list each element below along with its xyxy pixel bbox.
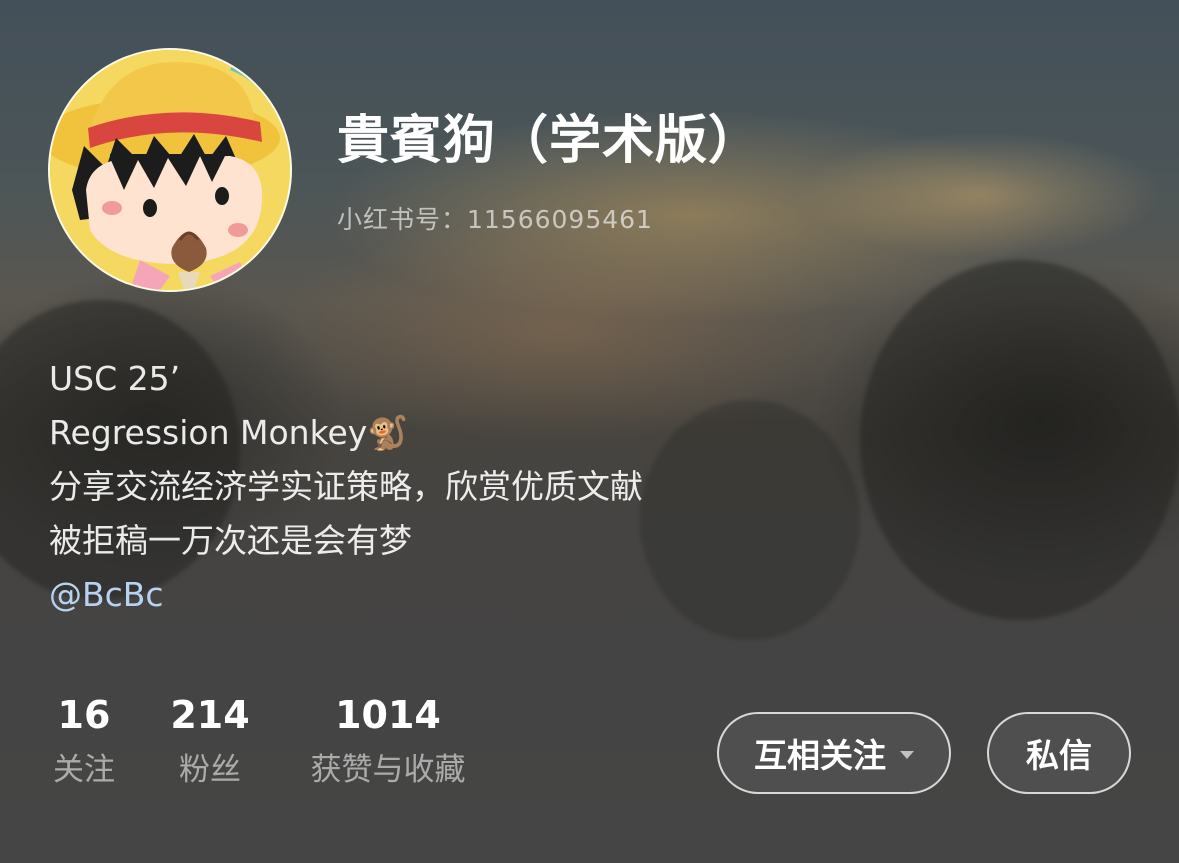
background-tree: [860, 260, 1179, 620]
stat-likes-value: 1014: [335, 693, 441, 737]
bio-line: 分享交流经济学实证策略，欣赏优质文献: [49, 467, 643, 506]
message-label: 私信: [1026, 736, 1092, 775]
mention-link[interactable]: @BcBc: [49, 568, 643, 622]
stat-followers-label: 粉丝: [179, 752, 241, 788]
bio: USC 25’ Regression Monkey🐒 分享交流经济学实证策略，欣…: [49, 352, 643, 622]
message-button[interactable]: 私信: [987, 712, 1131, 794]
stat-followers-value: 214: [170, 693, 250, 737]
background-tree: [640, 400, 860, 640]
stat-followers[interactable]: 214 粉丝: [170, 690, 250, 800]
stat-following[interactable]: 16 关注: [48, 690, 120, 800]
stat-following-label: 关注: [53, 752, 115, 788]
profile-header: 貴賓狗（学术版） 小红书号：11566095461 USC 25’ Regres…: [0, 0, 1179, 863]
bio-line: 被拒稿一万次还是会有梦: [49, 521, 412, 560]
cartoon-girl-ice-cream-avatar: [50, 50, 290, 290]
avatar[interactable]: [48, 48, 292, 292]
chevron-down-icon: [900, 751, 914, 759]
stat-following-value: 16: [57, 693, 111, 737]
red-id: 小红书号：11566095461: [337, 205, 653, 234]
mutual-follow-label: 互相关注: [754, 736, 886, 775]
bio-line: Regression Monkey🐒: [49, 413, 409, 452]
bio-line: USC 25’: [49, 359, 181, 398]
mutual-follow-button[interactable]: 互相关注: [717, 712, 951, 794]
stat-likes-label: 获赞与收藏: [310, 752, 466, 788]
stat-likes[interactable]: 1014 获赞与收藏: [298, 690, 478, 800]
nickname: 貴賓狗（学术版）: [337, 111, 762, 171]
